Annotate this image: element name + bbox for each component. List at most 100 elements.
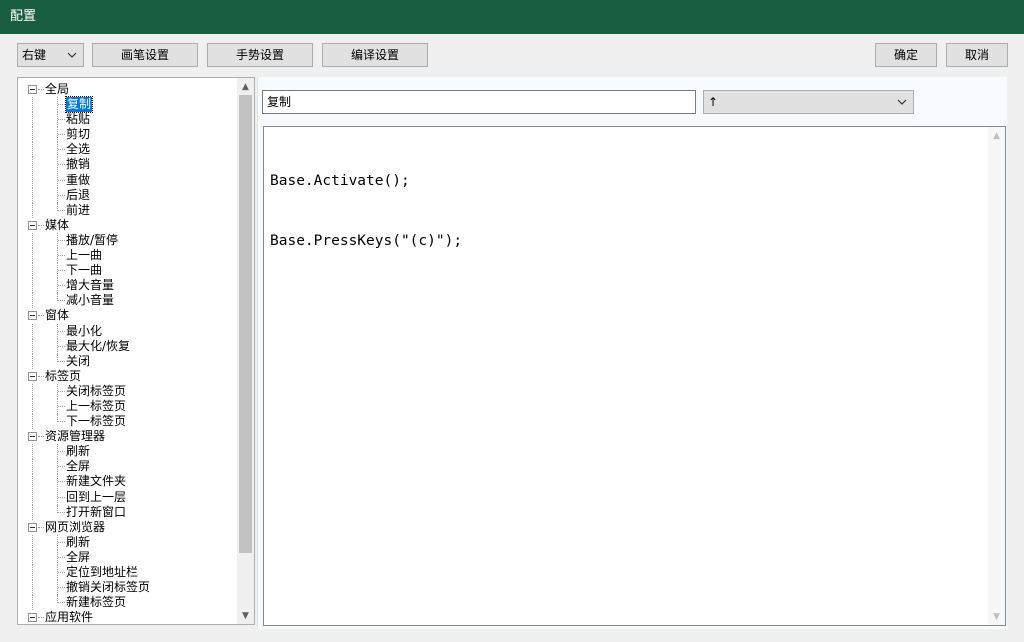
compile-settings-button[interactable]: 编译设置	[322, 43, 428, 67]
tree-group[interactable]: 标签页	[18, 369, 238, 384]
tree-connector	[58, 541, 65, 543]
gesture-settings-button[interactable]: 手势设置	[207, 43, 313, 67]
tree-item[interactable]: 下一标签页	[18, 414, 238, 430]
tree-item[interactable]: 全屏	[18, 549, 238, 565]
collapse-icon[interactable]	[28, 220, 37, 230]
tree-item[interactable]: 打开新窗口	[18, 504, 238, 520]
collapse-icon[interactable]	[28, 522, 37, 532]
tree-connector	[58, 556, 65, 558]
tree-item[interactable]: 撤销	[18, 157, 238, 173]
tree-connector	[32, 112, 33, 128]
tree-item[interactable]: 新建文件夹	[18, 474, 238, 490]
tree-group-label: 应用软件	[45, 610, 94, 625]
tree-item[interactable]: 下一曲	[18, 263, 238, 279]
cancel-button[interactable]: 取消	[946, 43, 1008, 67]
command-tree[interactable]: 全局 复制 粘贴 剪切 全选 撤销 重做 后退 前进 媒体 播放/暂停 上一曲 下一曲 增大音量 减小音量窗…	[17, 77, 255, 625]
tree-connector	[58, 104, 65, 106]
scroll-up-icon[interactable]: ▲	[237, 78, 254, 95]
tree-item[interactable]: 最小化	[18, 323, 238, 339]
scroll-down-icon[interactable]: ▼	[237, 607, 254, 624]
tree-connector	[32, 489, 33, 505]
pen-settings-button[interactable]: 画笔设置	[92, 43, 198, 67]
tree-connector	[32, 263, 33, 279]
script-editor[interactable]: Base.Activate(); Base.PressKeys("(c)"); …	[263, 126, 1006, 626]
tree-item-label: 撤销	[66, 157, 91, 172]
tree-item[interactable]: 粘贴	[18, 112, 238, 128]
collapse-icon[interactable]	[28, 85, 37, 94]
tree-group[interactable]: 网页浏览器	[18, 520, 238, 535]
tree-group-label: 网页浏览器	[45, 519, 106, 534]
tree-connector	[38, 224, 44, 226]
tree-content: 全局 复制 粘贴 剪切 全选 撤销 重做 后退 前进 媒体 播放/暂停 上一曲 下一曲 增大音量 减小音量窗…	[18, 82, 238, 625]
tree-item[interactable]: 新建标签页	[18, 595, 238, 611]
tree-connector	[32, 459, 33, 475]
tree-item[interactable]: 播放/暂停	[18, 232, 238, 248]
chevron-down-icon	[895, 91, 909, 113]
tree-item[interactable]: 减小音量	[18, 293, 238, 309]
collapse-icon[interactable]	[28, 432, 37, 442]
tree-item-label: 撤销关闭标签页	[66, 580, 151, 595]
tree-item[interactable]: 撤销关闭标签页	[18, 580, 238, 596]
tree-connector	[32, 293, 33, 309]
tree-group[interactable]: 窗体	[18, 308, 238, 323]
tree-connector	[58, 572, 65, 573]
tree-connector	[58, 602, 65, 604]
tree-item-label: 增大音量	[66, 278, 115, 293]
tree-item[interactable]: 重做	[18, 172, 238, 188]
ok-button[interactable]: 确定	[875, 43, 937, 67]
tree-item-label: 关闭标签页	[66, 383, 127, 398]
tree-group[interactable]: 应用软件	[18, 610, 238, 625]
command-name-value: 复制	[267, 95, 292, 109]
mouse-button-value: 右键	[22, 48, 47, 62]
tree-item[interactable]: 定位到地址栏	[18, 565, 238, 580]
gesture-select[interactable]: ↑	[703, 90, 914, 114]
tree-connector	[32, 549, 33, 565]
tree-item-label: 上一曲	[66, 248, 103, 263]
tree-group[interactable]: 全局	[18, 82, 238, 97]
tree-item[interactable]: 复制	[18, 96, 238, 114]
tree-item[interactable]: 上一标签页	[18, 398, 238, 414]
tree-connector	[58, 300, 65, 302]
tree-item[interactable]: 前进	[18, 202, 238, 218]
collapse-icon[interactable]	[28, 613, 37, 623]
collapse-icon[interactable]	[28, 311, 37, 321]
collapse-icon[interactable]	[28, 371, 37, 381]
tree-group-label: 标签页	[45, 368, 82, 383]
tree-group[interactable]: 媒体	[18, 218, 238, 233]
tree-connector	[32, 248, 33, 264]
tree-connector	[58, 496, 65, 498]
tree-item[interactable]: 回到上一层	[18, 489, 238, 505]
tree-connector	[32, 474, 33, 490]
tree-item[interactable]: 最大化/恢复	[18, 338, 238, 354]
tree-item-label: 减小音量	[66, 293, 115, 308]
scroll-down-icon[interactable]: ▼	[988, 608, 1005, 625]
tree-item-label: 下一标签页	[66, 414, 127, 429]
tree-connector	[32, 504, 33, 520]
tree-connector	[32, 142, 33, 158]
tree-item[interactable]: 全选	[18, 142, 238, 158]
tree-item-label: 前进	[66, 202, 91, 217]
tree-item[interactable]: 刷新	[18, 444, 238, 460]
tree-item-label: 全屏	[66, 459, 91, 474]
tree-item-label: 打开新窗口	[66, 504, 127, 519]
tree-group[interactable]: 资源管理器	[18, 429, 238, 444]
tree-connector	[32, 278, 33, 294]
tree-item[interactable]: 关闭标签页	[18, 383, 238, 399]
tree-item[interactable]: 关闭	[18, 353, 238, 369]
tree-item-label: 全屏	[66, 549, 91, 564]
tree-item[interactable]: 上一曲	[18, 248, 238, 264]
tree-item[interactable]: 全屏	[18, 459, 238, 475]
scroll-thumb[interactable]	[239, 95, 252, 553]
editor-scrollbar[interactable]: ▲ ▼	[988, 127, 1005, 625]
tree-item[interactable]: 增大音量	[18, 278, 238, 294]
command-name-input[interactable]: 复制	[262, 90, 696, 114]
tree-item-label: 重做	[66, 172, 91, 187]
tree-item[interactable]: 刷新	[18, 534, 238, 550]
tree-scrollbar[interactable]: ▲ ▼	[237, 78, 254, 624]
script-code: Base.Activate(); Base.PressKeys("(c)");	[270, 131, 462, 291]
tree-item[interactable]: 剪切	[18, 127, 238, 143]
tree-item[interactable]: 后退	[18, 187, 238, 203]
tree-connector	[58, 149, 65, 151]
scroll-up-icon[interactable]: ▲	[988, 127, 1005, 144]
mouse-button-select[interactable]: 右键	[17, 43, 84, 67]
